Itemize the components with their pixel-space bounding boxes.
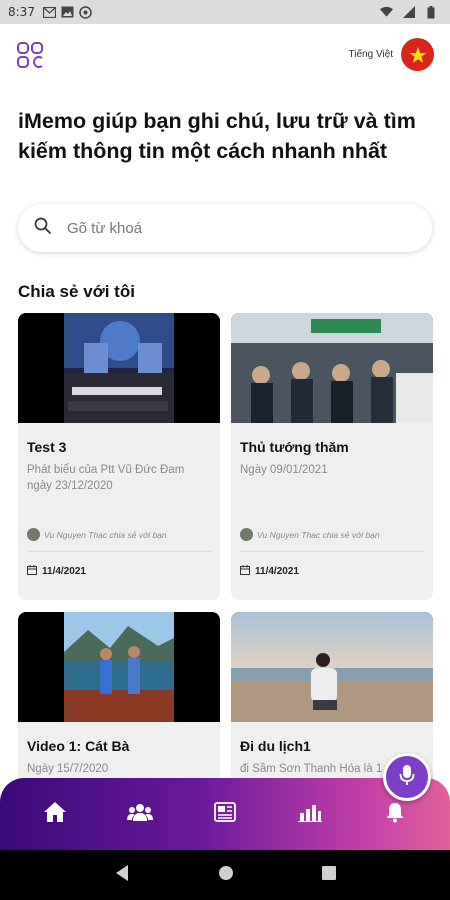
- calendar-icon: [240, 562, 250, 580]
- news-icon[interactable]: [205, 792, 245, 832]
- bottom-navigation: [0, 778, 450, 850]
- chart-icon[interactable]: [290, 792, 330, 832]
- card-date: 11/4/2021: [42, 565, 86, 577]
- at-sign-icon: [79, 5, 92, 19]
- status-time: 8:37: [8, 5, 35, 19]
- calendar-icon: [27, 562, 37, 580]
- voice-search-button[interactable]: [383, 753, 431, 801]
- search-icon: [34, 217, 51, 239]
- microphone-icon: [399, 764, 415, 791]
- divider: [240, 551, 424, 552]
- avatar: [27, 528, 40, 541]
- home-circle-icon[interactable]: [218, 865, 234, 886]
- app-logo-icon[interactable]: [17, 42, 43, 68]
- card-description: Ngày 09/01/2021: [240, 464, 328, 476]
- language-switcher[interactable]: Tiếng Việt: [349, 38, 434, 71]
- divider: [27, 551, 211, 552]
- shared-card[interactable]: Video 1: Cát Bà Ngày 15/7/2020: [18, 612, 220, 802]
- card-description: Phát biểu của Ptt Vũ Đức Đam ngày 23/12/…: [27, 464, 185, 492]
- shared-by-text: Vu Nguyen Thac chia sẻ với bạn: [44, 529, 167, 540]
- status-bar: 8:37: [0, 0, 450, 24]
- shared-by-row: Vu Nguyen Thac chia sẻ với bạn: [27, 528, 211, 541]
- people-icon[interactable]: [120, 792, 160, 832]
- search-input[interactable]: [67, 219, 367, 237]
- card-title: Test 3: [27, 439, 67, 455]
- card-thumbnail: [18, 313, 220, 423]
- back-icon[interactable]: [114, 864, 130, 887]
- shared-by-row: Vu Nguyen Thac chia sẻ với bạn: [240, 528, 424, 541]
- recents-icon[interactable]: [322, 865, 336, 885]
- date-row: 11/4/2021: [27, 562, 211, 580]
- home-icon[interactable]: [35, 792, 75, 832]
- language-label: Tiếng Việt: [348, 49, 393, 60]
- card-title: Thủ tướng thăm: [240, 439, 349, 455]
- photo-icon: [61, 6, 74, 19]
- date-row: 11/4/2021: [240, 562, 424, 580]
- search-bar[interactable]: [18, 204, 432, 252]
- card-thumbnail: [231, 612, 433, 722]
- app-header: Tiếng Việt: [0, 24, 450, 86]
- avatar: [240, 528, 253, 541]
- card-title: Video 1: Cát Bà: [27, 738, 130, 754]
- page-headline: iMemo giúp bạn ghi chú, lưu trữ và tìm k…: [18, 109, 416, 163]
- system-navigation-bar: [0, 850, 450, 900]
- shared-card[interactable]: Test 3 Phát biểu của Ptt Vũ Đức Đam ngày…: [18, 313, 220, 600]
- card-date: 11/4/2021: [255, 565, 299, 577]
- section-title: Chia sẻ với tôi: [18, 282, 135, 301]
- shared-card[interactable]: Thủ tướng thăm Ngày 09/01/2021 Vu Nguyen…: [231, 313, 433, 600]
- vietnam-flag-icon[interactable]: [401, 38, 434, 71]
- wifi-icon: [380, 6, 393, 19]
- signal-icon: [402, 6, 415, 19]
- battery-icon: [424, 5, 437, 19]
- card-thumbnail: [231, 313, 433, 423]
- gmail-icon: [42, 6, 56, 19]
- shared-by-text: Vu Nguyen Thac chia sẻ với bạn: [257, 529, 380, 540]
- card-thumbnail: [18, 612, 220, 722]
- card-title: Đi du lịch1: [240, 738, 311, 754]
